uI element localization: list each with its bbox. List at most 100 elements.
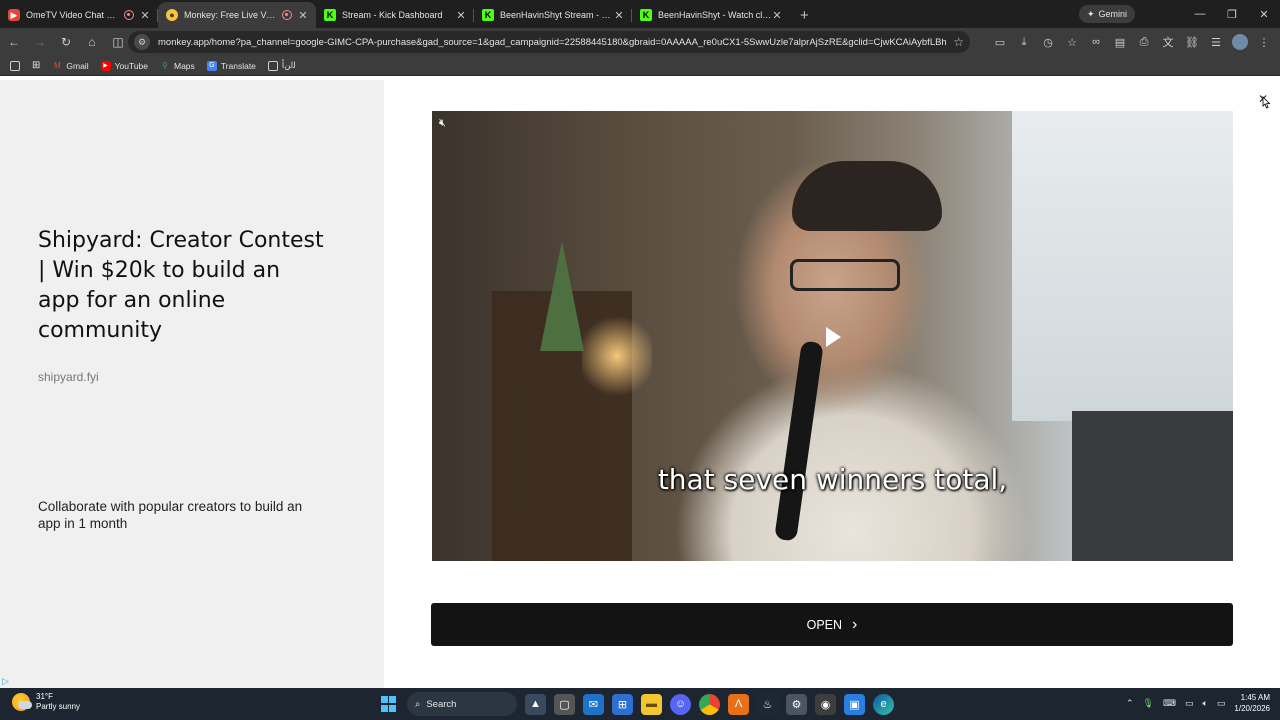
tab-kick-stream[interactable]: K BeenHavinShyt Stream - Watch ✕	[474, 2, 632, 28]
url-text[interactable]: monkey.app/home?pa_channel=google-GIMC-C…	[158, 37, 947, 48]
bookmark-translate[interactable]: G Translate	[203, 60, 260, 71]
adchoices-icon[interactable]: ▷	[2, 676, 9, 687]
restore-icon[interactable]: ❐	[1216, 0, 1248, 28]
weather-widget[interactable]: 31°F Partly sunny	[12, 692, 80, 712]
tab-title: Monkey: Free Live Video Ch	[184, 10, 276, 20]
bookmark-label: Maps	[174, 60, 195, 71]
browser-toolbar: ← → ↻ ⌂ ◫ ⚙ monkey.app/home?pa_channel=g…	[0, 28, 1280, 56]
apps-grid-icon[interactable]: ⊞	[28, 60, 44, 71]
store-icon[interactable]: ⊞	[612, 693, 633, 715]
chevron-right-icon: ›	[852, 615, 858, 633]
microphone-decor	[774, 340, 824, 542]
close-tab-icon[interactable]: ✕	[614, 9, 624, 22]
edge-icon[interactable]: e	[873, 693, 894, 715]
tab-title: BeenHavinShyt - Watch clips o	[658, 10, 772, 20]
display-icon[interactable]: ▭	[1185, 698, 1194, 709]
profile-avatar[interactable]	[1232, 34, 1248, 50]
windows-taskbar: 31°F Partly sunny ⌕ Search ▲ ▢ ✉ ⊞ ▬ ☺ Λ…	[0, 688, 1280, 720]
file-explorer-icon[interactable]: ▬	[641, 693, 662, 715]
apps-square-icon[interactable]	[10, 60, 20, 71]
taskbar-search[interactable]: ⌕ Search	[407, 692, 517, 716]
address-bar[interactable]: ⚙ monkey.app/home?pa_channel=google-GIMC…	[128, 31, 970, 53]
tab-title: BeenHavinShyt Stream - Watch	[500, 10, 614, 20]
monkey-icon: ●	[166, 9, 178, 21]
speaker-icon[interactable]: 🔈︎	[1202, 698, 1207, 709]
clock-time: 1:45 AM	[1240, 693, 1270, 702]
task-view-icon[interactable]: ▢	[554, 693, 575, 715]
gemini-label: Gemini	[1098, 9, 1127, 19]
partly-sunny-icon	[12, 693, 32, 711]
home-icon[interactable]: ⌂	[80, 30, 104, 54]
mute-icon[interactable]: 🔇︎	[439, 117, 446, 130]
chrome-icon[interactable]	[699, 693, 720, 715]
gmail-icon: M	[54, 61, 61, 70]
microphone-icon[interactable]: 🎙︎	[1143, 698, 1154, 709]
ad-video[interactable]: 🔇︎ that seven winners total,	[432, 111, 1233, 561]
settings-icon[interactable]: ⚙	[786, 693, 807, 715]
translate-ext-icon[interactable]: 文	[1158, 32, 1178, 52]
copilot-icon[interactable]: ▲	[525, 693, 546, 715]
tab-monkey[interactable]: ● Monkey: Free Live Video Ch ✕	[158, 2, 316, 28]
device-app-icon[interactable]: ▣	[844, 693, 865, 715]
extension-link-icon[interactable]: ∞	[1086, 32, 1106, 52]
tab-kick-clips[interactable]: K BeenHavinShyt - Watch clips o ✕	[632, 2, 790, 28]
open-button[interactable]: OPEN ›	[431, 603, 1233, 646]
tab-kick-dashboard[interactable]: K Stream - Kick Dashboard ✕	[316, 2, 474, 28]
extension-star-icon[interactable]: ☆	[1062, 32, 1082, 52]
download-icon[interactable]: ⤓	[1014, 32, 1034, 52]
gemini-button[interactable]: ✦ Gemini	[1078, 5, 1135, 23]
tab-ometv[interactable]: ▶ OmeTV Video Chat — Ome ✕	[0, 2, 158, 28]
printer-icon[interactable]: ⎙	[1134, 32, 1154, 52]
minimize-icon[interactable]: —	[1184, 0, 1216, 28]
card-icon[interactable]: ▤	[1110, 32, 1130, 52]
reading-list-icon[interactable]: ☰	[1206, 32, 1226, 52]
forward-icon[interactable]: →	[28, 30, 52, 54]
open-label: OPEN	[806, 617, 843, 632]
link-icon[interactable]: ⛓	[1182, 32, 1202, 52]
bookmark-gmail[interactable]: M Gmail	[48, 61, 92, 71]
discord-icon[interactable]: ☺	[670, 693, 691, 715]
close-tab-icon[interactable]: ✕	[140, 9, 150, 22]
site-info-icon[interactable]: ⚙	[134, 34, 150, 50]
taskbar-apps: ⌕ Search ▲ ▢ ✉ ⊞ ▬ ☺ Λ ♨ ⚙ ◉ ▣ e	[378, 691, 894, 717]
close-window-icon[interactable]: ✕	[1248, 0, 1280, 28]
battery-icon[interactable]: ▭	[1217, 698, 1226, 709]
play-icon[interactable]	[826, 327, 841, 347]
close-tab-icon[interactable]: ✕	[772, 9, 782, 22]
youtube-icon: ▶	[100, 60, 111, 71]
new-tab-button[interactable]: +	[790, 2, 819, 28]
video-caption: that seven winners total,	[657, 463, 1008, 496]
keyboard-icon[interactable]: ⌨	[1163, 698, 1176, 709]
bookmark-label: ﻟﺍﻦﺃ	[281, 60, 296, 70]
menu-icon[interactable]: ⋮	[1254, 32, 1274, 52]
history-icon[interactable]: ◷	[1038, 32, 1058, 52]
recording-app-icon[interactable]: ◉	[815, 693, 836, 715]
ad-title[interactable]: Shipyard: Creator Contest | Win $20k to …	[38, 226, 328, 346]
bookmark-maps[interactable]: ⚲ Maps	[156, 61, 199, 71]
bookmark-star-icon[interactable]: ☆	[953, 35, 964, 49]
weather-desc: Partly sunny	[36, 702, 81, 711]
reload-icon[interactable]: ↻	[54, 30, 78, 54]
window-controls: — ❐ ✕	[1184, 0, 1280, 28]
ad-info-panel: Shipyard: Creator Contest | Win $20k to …	[0, 80, 384, 688]
search-icon: ⌕	[415, 698, 421, 710]
app-a-icon[interactable]: Λ	[728, 693, 749, 715]
gemini-icon: ✦	[1086, 8, 1095, 19]
chevron-up-icon[interactable]: ⌃	[1126, 698, 1134, 709]
steam-icon[interactable]: ♨	[757, 693, 778, 715]
ad-domain[interactable]: shipyard.fyi	[38, 370, 99, 384]
back-icon[interactable]: ←	[2, 30, 26, 54]
recording-icon	[282, 10, 292, 20]
close-tab-icon[interactable]: ✕	[298, 9, 308, 22]
bookmark-youtube[interactable]: ▶ YouTube	[97, 60, 152, 71]
split-view-icon[interactable]: ◫	[106, 30, 130, 54]
translate-icon: G	[206, 60, 217, 71]
start-button[interactable]	[378, 694, 399, 715]
mail-icon[interactable]: ✉	[583, 693, 604, 715]
ad-description: Collaborate with popular creators to bui…	[38, 499, 303, 531]
cast-icon[interactable]: ▭	[990, 32, 1010, 52]
system-tray: ⌃ 🎙︎ ⌨ ▭ 🔈︎ ▭ 1:45 AM 1/20/2026	[1126, 692, 1270, 714]
clock[interactable]: 1:45 AM 1/20/2026	[1234, 692, 1270, 714]
bookmark-folder[interactable]: ﻟﺍﻦﺃ	[264, 60, 300, 71]
close-tab-icon[interactable]: ✕	[456, 9, 466, 22]
